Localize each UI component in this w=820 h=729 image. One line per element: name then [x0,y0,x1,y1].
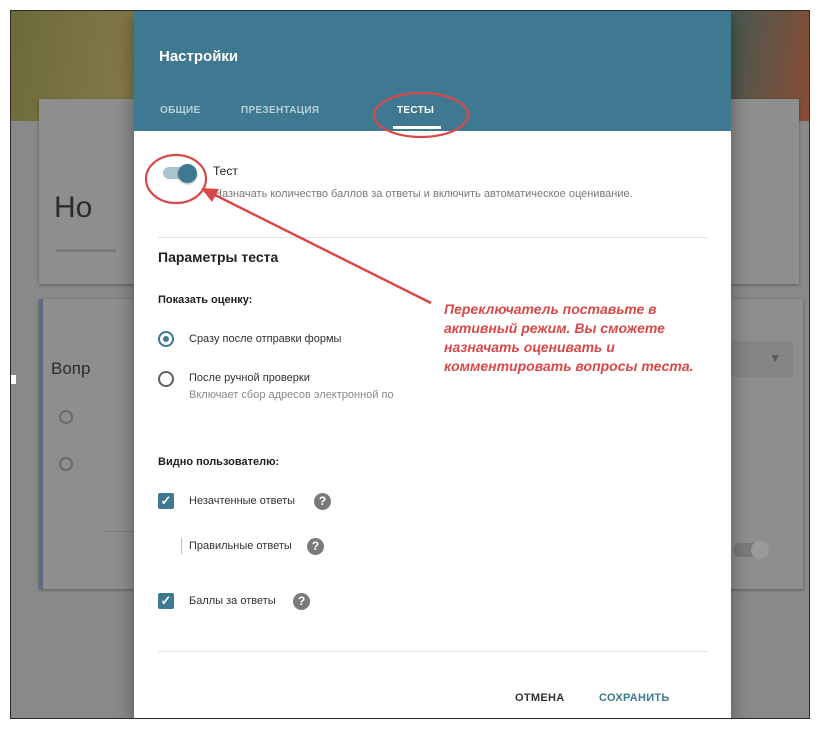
help-circle-icon[interactable]: ? [314,493,331,510]
form-title: Но [54,191,93,224]
save-button[interactable]: СОХРАНИТЬ [599,692,670,704]
point-values-label: Баллы за ответы [189,595,276,607]
point-values-checkbox[interactable]: ✓ [158,593,174,609]
question-option-radio [59,457,73,471]
question-option-radio [59,410,73,424]
chevron-down-icon: ▼ [769,351,781,365]
release-grade-label: Показать оценку: [158,294,253,306]
help-circle-icon[interactable]: ? [293,593,310,610]
correct-answers-label: Правильные ответы [189,540,292,552]
required-toggle [733,541,769,559]
quiz-toggle-thumb[interactable] [178,164,197,183]
release-immediately-label[interactable]: Сразу после отправки формы [189,333,341,345]
respondent-view-label: Видно пользователю: [158,456,280,468]
cancel-button[interactable]: ОТМЕНА [515,692,564,704]
quiz-options-heading: Параметры теста [158,249,279,265]
release-manual-radio[interactable] [158,371,174,387]
help-circle-icon[interactable]: ? [307,538,324,555]
dialog-title: Настройки [159,48,239,65]
more-vert-icon: ⋮ [803,539,809,560]
tab-quizzes[interactable]: ТЕСТЫ [397,105,434,116]
question-title: Вопр [51,359,91,378]
tab-presentation[interactable]: ПРЕЗЕНТАЦИЯ [241,105,319,116]
tab-general[interactable]: ОБЩИЕ [160,105,201,116]
quiz-toggle-description: Назначать количество баллов за ответы и … [214,188,633,200]
section-divider [158,237,708,238]
check-icon: ✓ [160,593,172,608]
screenshot-frame: Но Вопр ▼ ⋮ Настройки ОБЩИЕ ПРЕЗЕНТАЦИЯ … [10,10,810,719]
form-description-placeholder [56,249,116,252]
left-edge-marker [11,375,16,384]
release-immediately-radio[interactable] [158,331,174,347]
correct-answers-unchecked-marker[interactable] [181,538,182,554]
release-manual-label[interactable]: После ручной проверки [189,372,310,384]
footer-divider [158,651,708,652]
check-icon: ✓ [160,493,172,508]
missed-answers-label: Незачтенные ответы [189,495,296,507]
release-manual-description: Включает сбор адресов электронной по [189,389,394,401]
dialog-header: Настройки ОБЩИЕ ПРЕЗЕНТАЦИЯ ТЕСТЫ [134,11,731,131]
active-tab-indicator [393,126,441,129]
annotation-text: Переключатель поставьте в активный режим… [444,301,694,374]
quiz-toggle-label: Тест [213,164,238,178]
missed-answers-checkbox[interactable]: ✓ [158,493,174,509]
